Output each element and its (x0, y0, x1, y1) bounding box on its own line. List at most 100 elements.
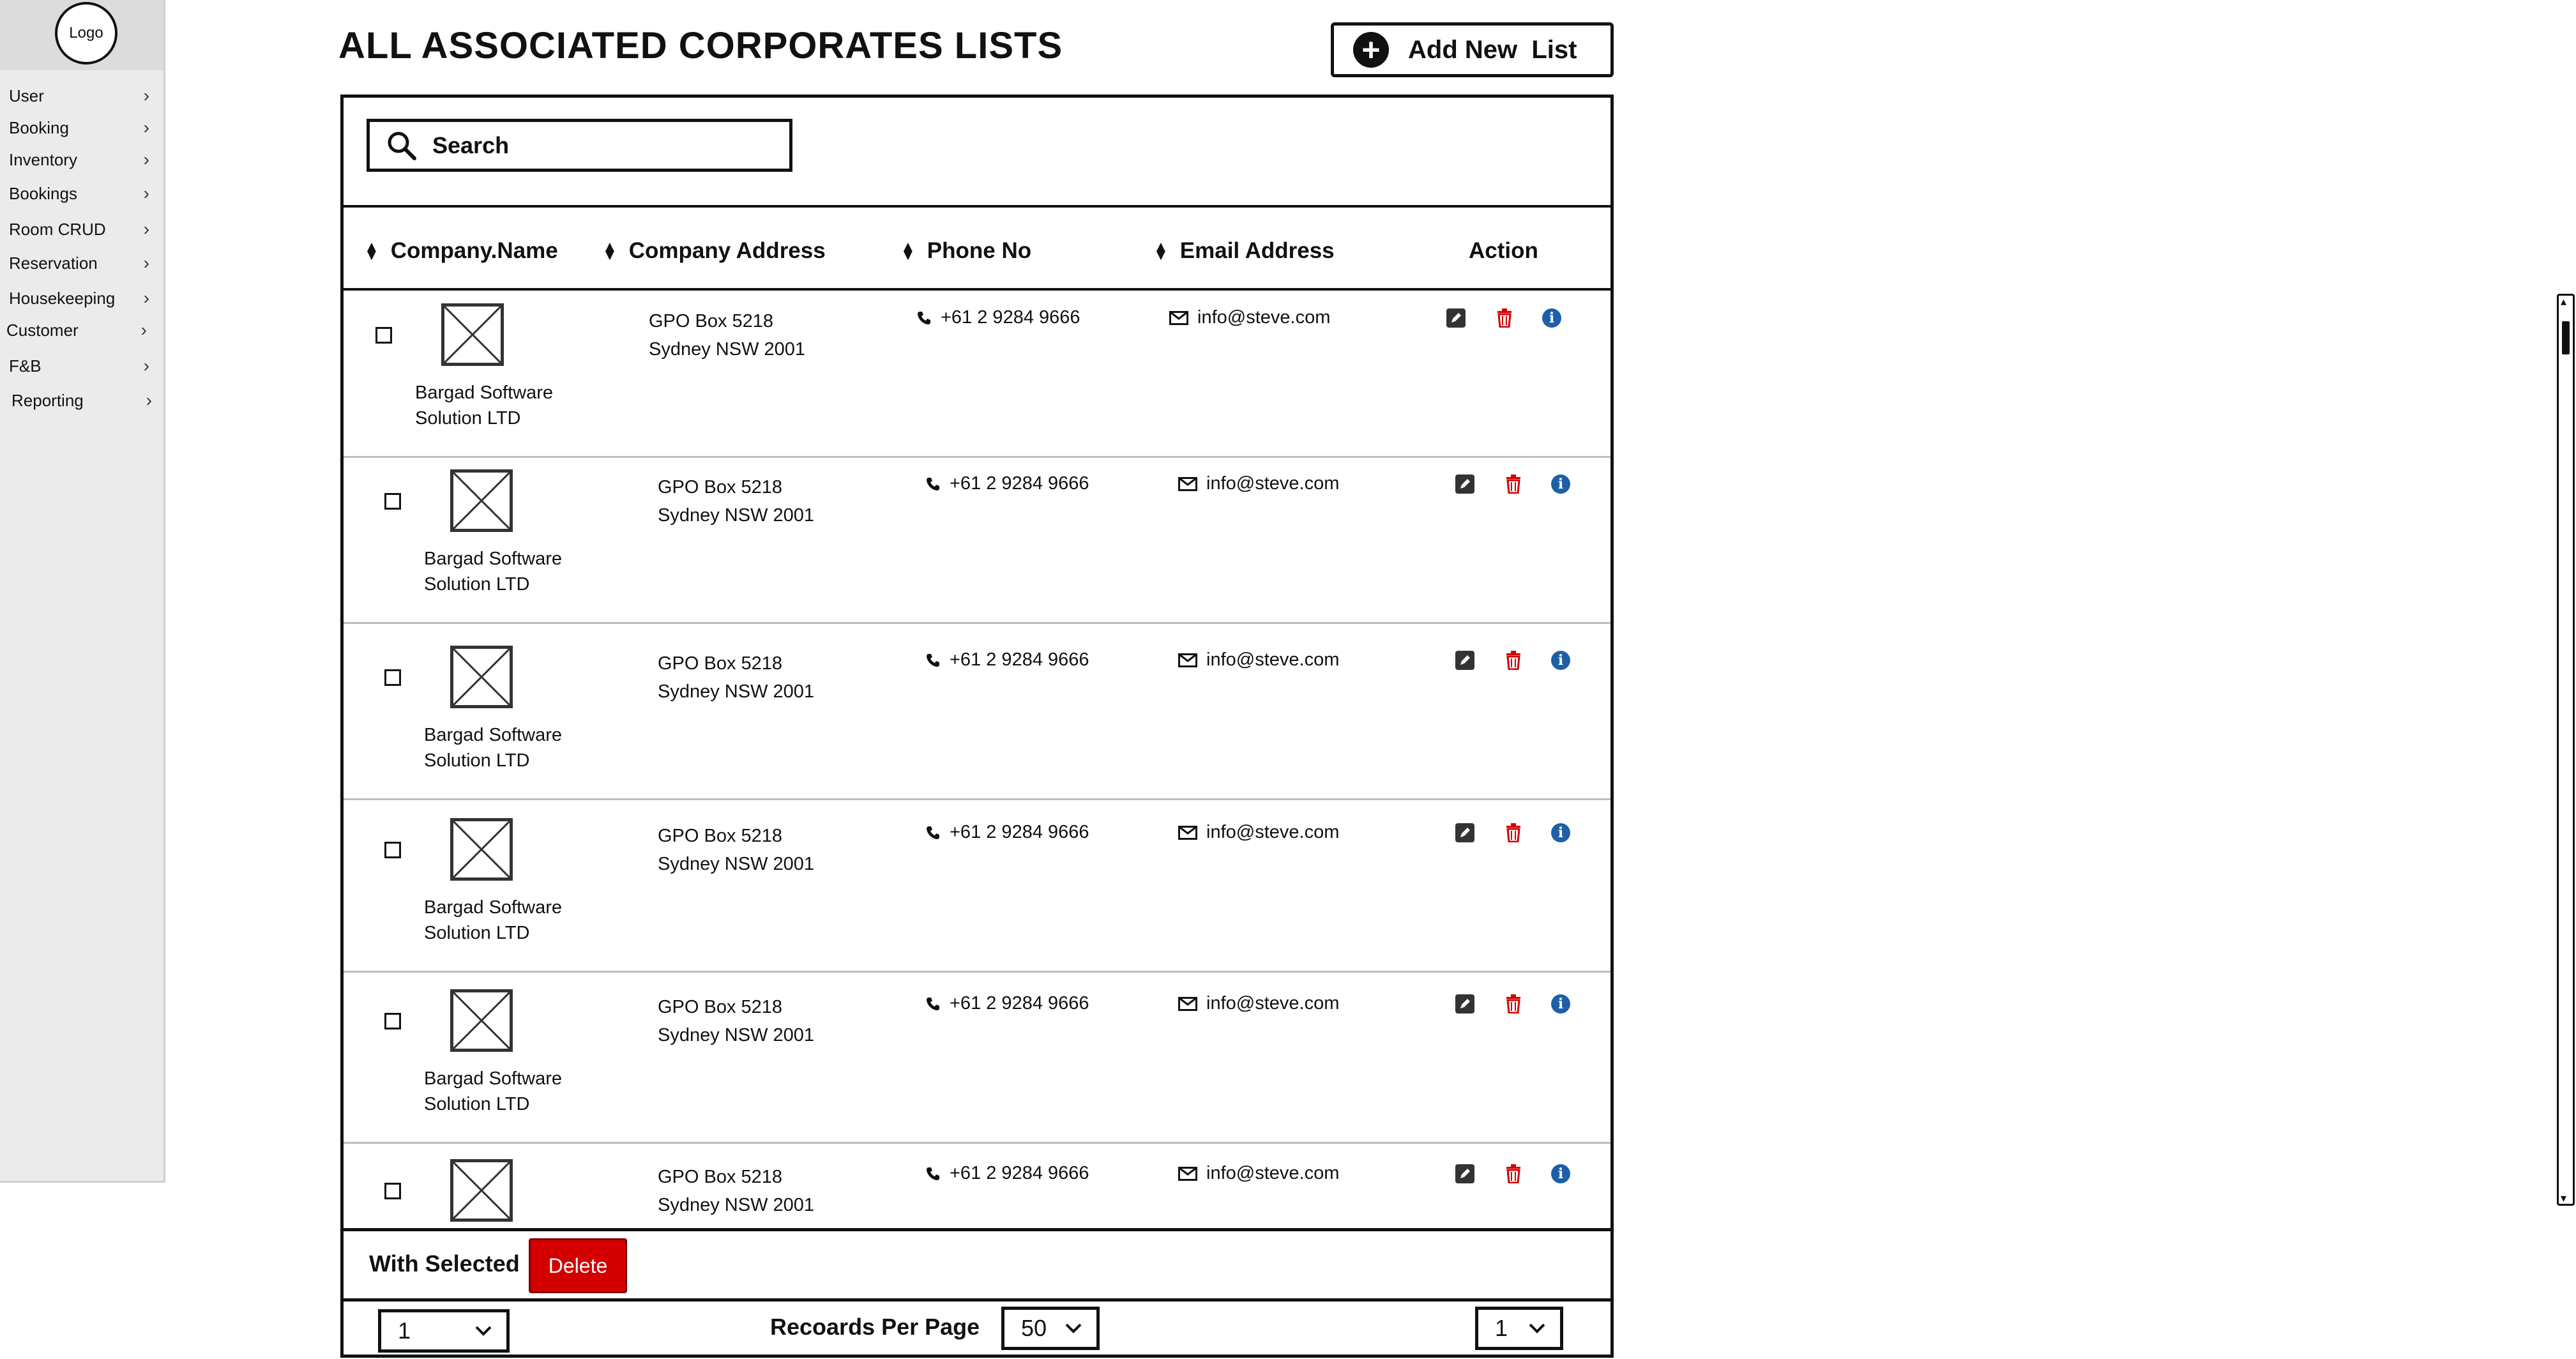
email-address: info@steve.com (1178, 473, 1339, 494)
address-line-1: GPO Box 5218 (658, 997, 783, 1017)
column-header-phone[interactable]: ▲ ▼ Phone No (900, 225, 1031, 277)
phone-icon (927, 653, 939, 667)
info-icon[interactable]: i (1551, 823, 1570, 842)
envelope-icon (1178, 825, 1197, 840)
edit-icon[interactable] (1455, 651, 1474, 670)
sidebar-item-label: Reporting (11, 390, 84, 410)
pagination-divider (344, 1298, 1610, 1302)
sidebar-item-inventory[interactable]: Inventory › (9, 147, 149, 172)
row-checkbox[interactable] (384, 669, 401, 686)
column-header-email[interactable]: ▲ ▼ Email Address (1153, 225, 1335, 277)
search-input[interactable]: Search (367, 119, 792, 172)
edit-icon[interactable] (1455, 823, 1474, 842)
sidebar-item-label: Customer (6, 320, 79, 340)
info-icon[interactable]: i (1551, 651, 1570, 670)
sidebar-item-reporting[interactable]: Reporting › (11, 388, 152, 413)
logo-band: Logo (0, 0, 163, 70)
trash-icon[interactable] (1504, 823, 1523, 842)
sidebar-item-reservation[interactable]: Reservation › (9, 250, 149, 276)
row-checkbox[interactable] (375, 327, 392, 344)
trash-icon[interactable] (1504, 651, 1523, 670)
records-per-page-label: Recoards Per Page (770, 1314, 980, 1340)
page-select[interactable]: 1 (378, 1309, 510, 1353)
image-placeholder-icon (450, 989, 513, 1052)
company-address: GPO Box 5218 Sydney NSW 2001 (658, 1163, 814, 1219)
vertical-scrollbar[interactable]: ▴ ▾ (2557, 294, 2575, 1206)
email-text: info@steve.com (1206, 993, 1340, 1014)
sidebar-item-bookings[interactable]: Bookings › (9, 181, 149, 206)
sidebar-item-booking[interactable]: Booking › (9, 115, 149, 140)
email-text: info@steve.com (1206, 1163, 1340, 1183)
trash-icon[interactable] (1504, 475, 1523, 494)
address-line-2: Sydney NSW 2001 (649, 339, 806, 360)
address-line-1: GPO Box 5218 (649, 311, 774, 331)
envelope-icon (1178, 653, 1197, 667)
sidebar-item-f-b[interactable]: F&B › (9, 353, 149, 379)
envelope-icon (1169, 310, 1188, 325)
sidebar-item-housekeeping[interactable]: Housekeeping › (9, 285, 149, 311)
edit-icon[interactable] (1446, 308, 1466, 328)
image-placeholder-icon (441, 303, 504, 366)
company-address: GPO Box 5218 Sydney NSW 2001 (658, 822, 814, 878)
edit-icon[interactable] (1455, 1164, 1474, 1183)
info-icon[interactable]: i (1542, 308, 1561, 328)
column-header-label: Action (1469, 238, 1538, 263)
search-icon (388, 132, 416, 160)
envelope-icon (1178, 996, 1197, 1011)
row-checkbox[interactable] (384, 1183, 401, 1199)
address-line-2: Sydney NSW 2001 (658, 1195, 815, 1215)
trash-icon[interactable] (1504, 994, 1523, 1014)
trash-icon[interactable] (1504, 1164, 1523, 1183)
column-header-company-name[interactable]: ▲ ▼ Company.Name (364, 225, 558, 277)
column-header-label: Company Address (628, 238, 826, 263)
address-line-2: Sydney NSW 2001 (658, 1025, 815, 1045)
phone-number: +61 2 9284 9666 (925, 1163, 1089, 1184)
row-checkbox[interactable] (384, 842, 401, 858)
email-text: info@steve.com (1197, 307, 1331, 328)
edit-icon[interactable] (1455, 475, 1474, 494)
address-line-1: GPO Box 5218 (658, 1167, 783, 1187)
sidebar-item-label: F&B (9, 356, 42, 376)
delete-selected-button[interactable]: Delete (529, 1238, 627, 1293)
records-per-page-value: 50 (1021, 1315, 1047, 1341)
phone-number: +61 2 9284 9666 (925, 473, 1089, 494)
row-checkbox[interactable] (384, 1013, 401, 1029)
column-header-company-address[interactable]: ▲ ▼ Company Address (602, 225, 826, 277)
sidebar-item-label: Room CRUD (9, 219, 106, 239)
chevron-down-icon (475, 1326, 492, 1336)
add-new-list-label: Add New List (1408, 35, 1577, 64)
sidebar-item-customer[interactable]: Customer › (6, 317, 147, 343)
sidebar-item-label: Inventory (9, 149, 77, 169)
with-selected-label: With Selected (369, 1250, 520, 1277)
phone-text: +61 2 9284 9666 (950, 993, 1089, 1014)
sidebar-item-label: User (9, 86, 44, 105)
scroll-down-icon[interactable]: ▾ (2561, 1192, 2566, 1204)
row-checkbox[interactable] (384, 493, 401, 510)
chevron-down-icon (1529, 1323, 1545, 1333)
table-body: Bargad Software Solution LTD GPO Box 5218… (344, 291, 1610, 1229)
scroll-up-icon[interactable]: ▴ (2561, 296, 2566, 307)
info-icon[interactable]: i (1551, 475, 1570, 494)
phone-icon (927, 826, 939, 839)
logo[interactable]: Logo (55, 2, 117, 65)
trash-icon[interactable] (1495, 308, 1514, 328)
sidebar-item-user[interactable]: User › (9, 83, 149, 109)
info-icon[interactable]: i (1551, 1164, 1570, 1183)
chevron-right-icon: › (143, 86, 149, 105)
phone-number: +61 2 9284 9666 (925, 649, 1089, 671)
search-placeholder: Search (432, 132, 510, 158)
phone-number: +61 2 9284 9666 (925, 822, 1089, 843)
page-title: ALL ASSOCIATED CORPORATES LISTS (338, 25, 1063, 66)
records-per-page-select[interactable]: 50 (1001, 1307, 1100, 1350)
email-text: info@steve.com (1206, 649, 1340, 670)
company-name: Bargad Software Solution LTD (424, 549, 563, 595)
table-row: Bargad Software Solution LTD GPO Box 5218… (344, 805, 1610, 973)
page-number-select[interactable]: 1 (1475, 1307, 1563, 1350)
sidebar-item-room-crud[interactable]: Room CRUD › (9, 216, 149, 242)
sort-icon: ▲ ▼ (900, 238, 916, 264)
page-number-value: 1 (1495, 1315, 1508, 1341)
edit-icon[interactable] (1455, 994, 1474, 1014)
info-icon[interactable]: i (1551, 994, 1570, 1014)
add-new-list-button[interactable]: + Add New List (1331, 22, 1614, 77)
scrollbar-thumb[interactable] (2562, 321, 2570, 354)
